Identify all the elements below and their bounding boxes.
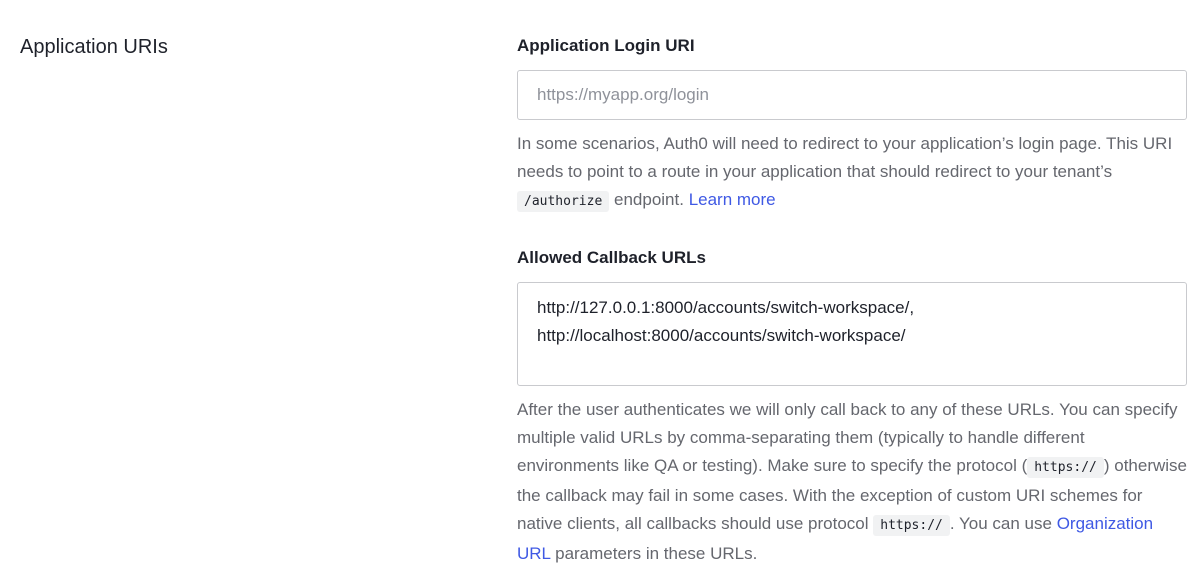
authorize-code: /authorize [517, 191, 610, 212]
learn-more-link[interactable]: Learn more [689, 190, 776, 209]
https-code-1: https:// [1027, 457, 1104, 478]
login-uri-label: Application Login URI [517, 36, 695, 55]
login-uri-input[interactable] [517, 70, 1187, 120]
callback-urls-help: After the user authenticates we will onl… [517, 396, 1187, 568]
callback-urls-label: Allowed Callback URLs [517, 248, 706, 267]
callback-help-text-4: parameters in these URLs. [550, 544, 758, 563]
callback-urls-textarea[interactable]: http://127.0.0.1:8000/accounts/switch-wo… [517, 282, 1187, 386]
login-uri-help-text-2: endpoint. [609, 190, 689, 209]
section-title: Application URIs [20, 36, 168, 58]
login-uri-help: In some scenarios, Auth0 will need to re… [517, 130, 1187, 216]
login-uri-help-text-1: In some scenarios, Auth0 will need to re… [517, 134, 1173, 181]
application-uris-section: Application URIs Application Login URI I… [0, 0, 1200, 581]
https-code-2: https:// [873, 515, 950, 536]
callback-help-text-3: . You can use [949, 514, 1057, 533]
